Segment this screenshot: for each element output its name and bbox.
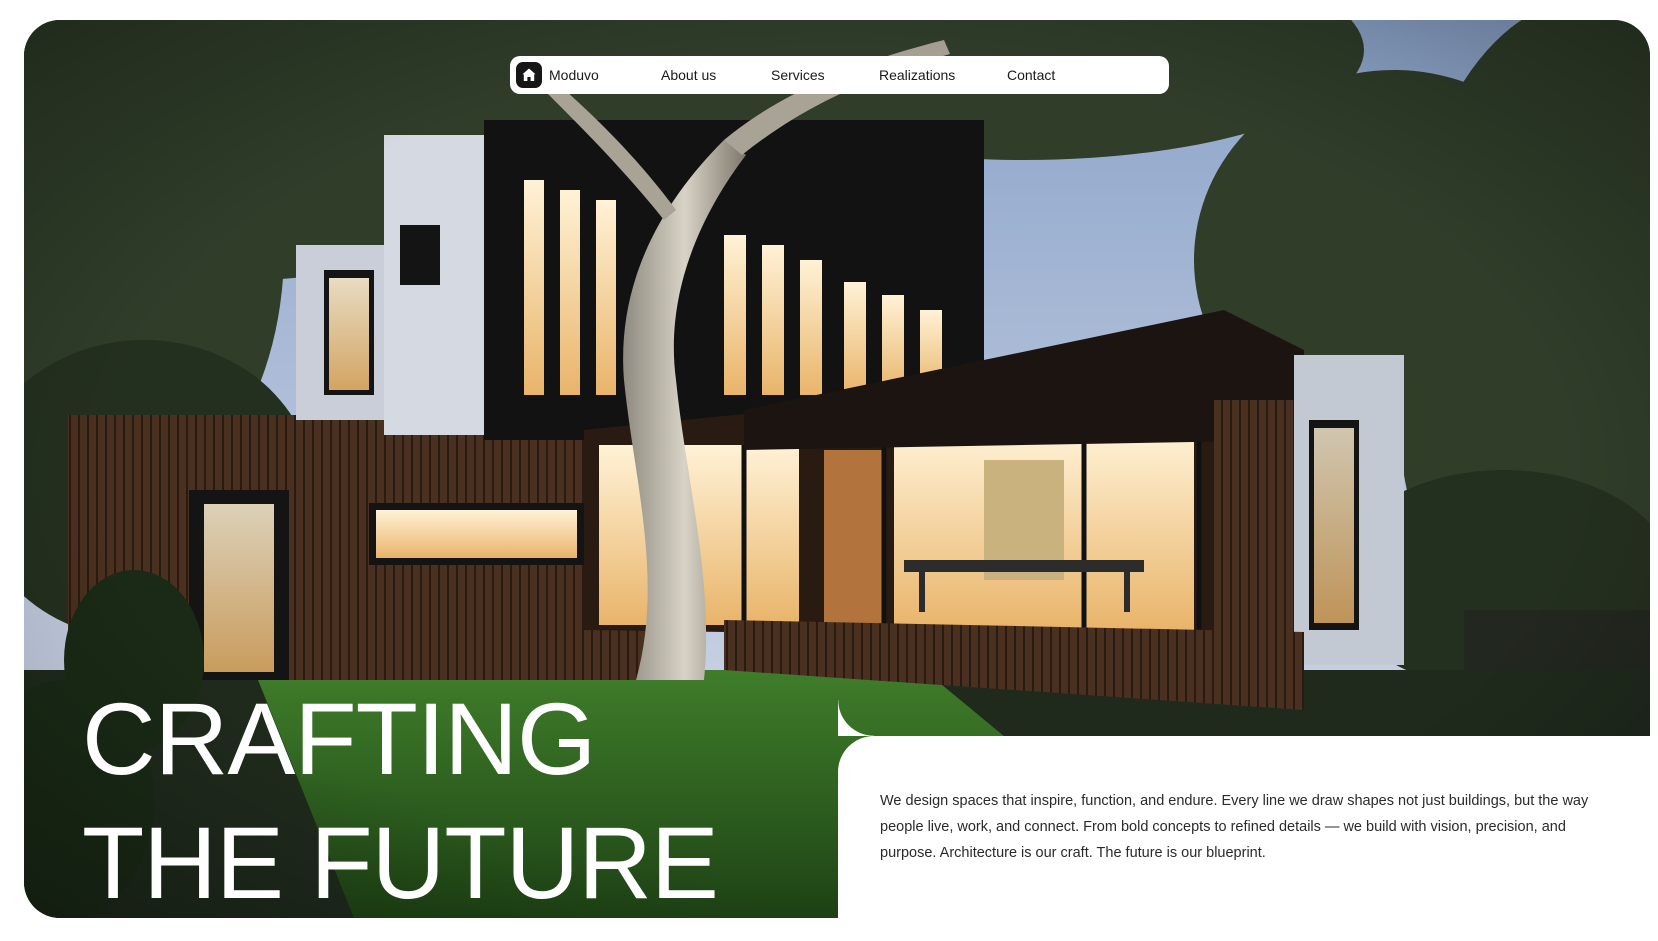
house-icon [516, 62, 542, 88]
intro-panel: We design spaces that inspire, function,… [838, 700, 1658, 941]
brand-logo-link[interactable]: Moduvo [516, 62, 599, 88]
headline-line-2: THE FUTURE [82, 806, 719, 918]
top-navigation: Moduvo About us Services Realizations Co… [510, 56, 1169, 94]
intro-description: We design spaces that inspire, function,… [880, 793, 1589, 861]
nav-link-contact[interactable]: Contact [1007, 67, 1055, 83]
nav-link-about-us[interactable]: About us [661, 67, 716, 83]
brand-name: Moduvo [549, 67, 599, 83]
headline-line-1: CRAFTING [82, 682, 596, 796]
nav-link-realizations[interactable]: Realizations [879, 67, 955, 83]
nav-link-services[interactable]: Services [771, 67, 825, 83]
hero-headline: CRAFTING THE FUTURE [82, 677, 719, 918]
